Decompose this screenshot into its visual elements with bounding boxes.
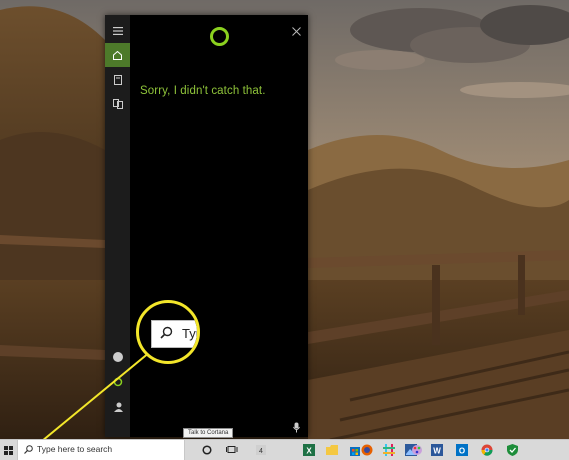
- search-icon: [24, 445, 33, 454]
- microphone-button[interactable]: [290, 420, 302, 434]
- word-icon: W: [431, 444, 443, 456]
- feedback-button[interactable]: [105, 345, 130, 369]
- notebook-button[interactable]: [105, 68, 130, 92]
- account-icon: [113, 402, 123, 412]
- slack-icon: [383, 444, 395, 456]
- firefox-button[interactable]: [360, 443, 374, 457]
- task-view-button[interactable]: [225, 443, 239, 457]
- excel-button[interactable]: X: [302, 443, 316, 457]
- home-button[interactable]: [105, 43, 130, 67]
- cortana-logo-icon: [210, 27, 229, 46]
- paint-icon: [412, 445, 422, 455]
- task-view-icon: [226, 446, 238, 453]
- svg-text:4: 4: [259, 448, 263, 455]
- search-icon: [160, 326, 173, 339]
- magnified-search-box: Typ: [151, 320, 197, 348]
- cortana-icon: [202, 445, 212, 455]
- chrome-button[interactable]: [480, 443, 494, 457]
- feedback-icon: [112, 352, 123, 362]
- collections-icon: [112, 99, 123, 109]
- microphone-icon: [292, 422, 300, 432]
- hamburger-menu-button[interactable]: [105, 19, 130, 43]
- taskbar-app-4[interactable]: 4: [254, 443, 268, 457]
- tooltip: Talk to Cortana: [183, 428, 234, 438]
- outlook-icon: O: [456, 444, 468, 456]
- cortana-sidebar: [105, 15, 130, 437]
- app-number-icon: 4: [256, 445, 266, 455]
- collections-button[interactable]: [105, 92, 130, 116]
- notebook-icon: [113, 75, 122, 85]
- word-button[interactable]: W: [430, 443, 444, 457]
- settings-icon: [113, 377, 122, 387]
- chrome-icon: [481, 444, 493, 456]
- svg-text:X: X: [306, 447, 312, 456]
- paint-button[interactable]: [410, 443, 424, 457]
- cortana-button[interactable]: [200, 443, 214, 457]
- excel-icon: X: [303, 444, 315, 456]
- taskbar-search-box[interactable]: Type here to search: [17, 440, 185, 460]
- taskbar-search-placeholder: Type here to search: [37, 444, 113, 454]
- close-icon: [291, 26, 301, 36]
- file-explorer-button[interactable]: [325, 443, 339, 457]
- account-button[interactable]: [105, 395, 130, 419]
- cortana-panel: Sorry, I didn't catch that.: [105, 15, 308, 437]
- windows-defender-icon: [506, 444, 518, 456]
- hamburger-icon: [112, 27, 123, 35]
- close-button[interactable]: [288, 23, 304, 39]
- windows-defender-button[interactable]: [505, 443, 519, 457]
- folder-icon: [326, 445, 338, 455]
- svg-text:W: W: [433, 447, 441, 456]
- svg-text:O: O: [459, 447, 465, 456]
- firefox-icon: [361, 444, 373, 456]
- slack-button[interactable]: [382, 443, 396, 457]
- start-button[interactable]: [0, 440, 17, 460]
- magnifier-callout: Typ: [136, 300, 200, 364]
- magnified-search-text: Typ: [182, 326, 197, 341]
- outlook-button[interactable]: O: [455, 443, 469, 457]
- home-icon: [113, 50, 122, 60]
- taskbar: Type here to search 4 X W O: [0, 439, 569, 460]
- settings-button[interactable]: [105, 370, 130, 394]
- windows-logo-icon: [4, 445, 13, 455]
- cortana-response-text: Sorry, I didn't catch that.: [140, 85, 266, 97]
